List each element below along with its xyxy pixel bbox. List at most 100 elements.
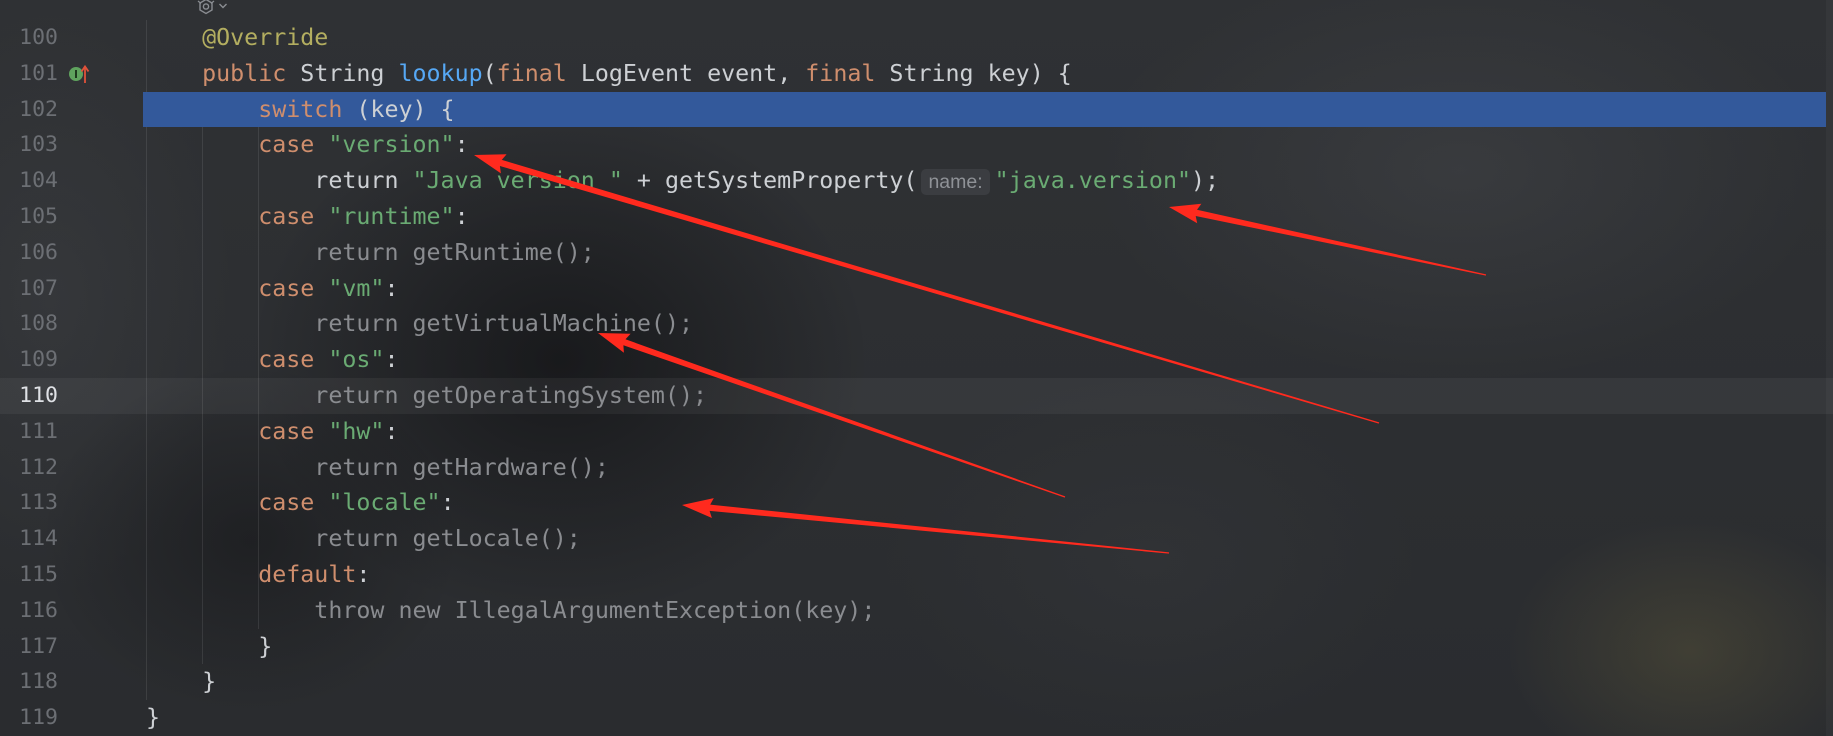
line-number[interactable]: 111	[0, 414, 58, 450]
line-code[interactable]: case "hw":	[146, 414, 398, 450]
code-token: "vm"	[328, 274, 385, 302]
code-token: return getHardware();	[146, 453, 609, 481]
code-token: case	[146, 274, 329, 302]
line-code[interactable]: default:	[146, 557, 370, 593]
code-token: "Java version "	[412, 167, 623, 195]
code-line[interactable]: 118 }	[0, 664, 1833, 700]
line-code[interactable]: case "version":	[146, 127, 469, 163]
line-code[interactable]: @Override	[146, 20, 328, 56]
code-token: }	[146, 632, 273, 660]
code-token: return getOperatingSystem();	[146, 381, 708, 409]
line-number[interactable]: 110	[0, 378, 58, 414]
code-line[interactable]: 117 }	[0, 629, 1833, 665]
code-vision-icon[interactable]	[196, 0, 216, 19]
code-line[interactable]: 102 switch (key) {	[0, 91, 1833, 128]
line-number[interactable]: 109	[0, 342, 58, 378]
line-number[interactable]: 107	[0, 271, 58, 307]
code-token: return getVirtualMachine();	[146, 310, 694, 338]
code-line[interactable]: 103 case "version":	[0, 127, 1833, 163]
code-line[interactable]: 108 return getVirtualMachine();	[0, 306, 1833, 342]
line-number[interactable]: 104	[0, 163, 58, 199]
code-token: LogEvent event,	[566, 59, 806, 87]
line-code[interactable]: case "runtime":	[146, 199, 469, 235]
line-number[interactable]: 108	[0, 306, 58, 342]
line-number[interactable]: 102	[0, 92, 58, 128]
code-token: String	[286, 59, 399, 87]
line-code[interactable]: public String lookup(final LogEvent even…	[146, 56, 1072, 92]
line-number[interactable]: 101	[0, 56, 58, 92]
line-code[interactable]: switch (key) {	[146, 92, 455, 128]
code-line[interactable]: 119}	[0, 700, 1833, 736]
line-number[interactable]: 117	[0, 629, 58, 665]
code-line[interactable]: 112 return getHardware();	[0, 450, 1833, 486]
code-token: return getRuntime();	[146, 238, 595, 266]
code-token: :	[384, 274, 399, 302]
line-number[interactable]: 116	[0, 593, 58, 629]
line-code[interactable]: return getHardware();	[146, 450, 609, 486]
code-token: (key) {	[342, 95, 455, 123]
code-token: return	[146, 167, 413, 195]
line-number[interactable]: 114	[0, 521, 58, 557]
code-token: case	[146, 417, 329, 445]
code-line[interactable]: 111 case "hw":	[0, 414, 1833, 450]
line-code[interactable]: return getOperatingSystem();	[146, 378, 707, 414]
line-code[interactable]: case "vm":	[146, 271, 398, 307]
chevron-down-icon[interactable]	[218, 0, 228, 19]
code-token: return getLocale();	[146, 525, 581, 553]
code-token: (	[482, 59, 497, 87]
code-line[interactable]: 110 return getOperatingSystem();	[0, 377, 1833, 414]
code-token: case	[146, 346, 329, 374]
code-token: :	[454, 131, 469, 159]
code-line[interactable]: 101 public String lookup(final LogEvent …	[0, 56, 1833, 92]
code-line[interactable]: 114 return getLocale();	[0, 521, 1833, 557]
code-token: public	[146, 59, 287, 87]
code-vision-inlay[interactable]	[196, 0, 228, 17]
code-token: final	[496, 59, 567, 87]
line-number[interactable]: 105	[0, 199, 58, 235]
code-token: case	[146, 489, 329, 517]
code-line[interactable]: 106 return getRuntime();	[0, 235, 1833, 271]
code-token: case	[146, 202, 329, 230]
line-number[interactable]: 100	[0, 20, 58, 56]
code-line[interactable]: 116 throw new IllegalArgumentException(k…	[0, 593, 1833, 629]
line-code[interactable]: case "os":	[146, 342, 398, 378]
code-token: lookup	[398, 59, 483, 87]
code-line[interactable]: 105 case "runtime":	[0, 199, 1833, 235]
line-number[interactable]: 115	[0, 557, 58, 593]
code-line[interactable]: 100 @Override	[0, 20, 1833, 56]
line-number[interactable]: 119	[0, 700, 58, 736]
code-token: "locale"	[328, 489, 441, 517]
line-code[interactable]: case "locale":	[146, 485, 454, 521]
code-token: final	[805, 59, 876, 87]
line-number[interactable]: 103	[0, 127, 58, 163]
code-token: :	[454, 202, 469, 230]
line-code[interactable]: }	[146, 664, 216, 700]
code-line[interactable]: 115 default:	[0, 557, 1833, 593]
code-token: throw new IllegalArgumentException(key);	[146, 596, 876, 624]
line-number[interactable]: 113	[0, 485, 58, 521]
line-number[interactable]: 112	[0, 450, 58, 486]
line-code[interactable]: return getVirtualMachine();	[146, 306, 693, 342]
code-token: "os"	[328, 346, 385, 374]
code-token: "java.version"	[994, 167, 1192, 195]
code-line[interactable]: 113 case "locale":	[0, 485, 1833, 521]
editor-scrollbar[interactable]	[1826, 0, 1833, 736]
code-line[interactable]: 104 return "Java version " + getSystemPr…	[0, 163, 1833, 199]
code-token: "hw"	[328, 417, 385, 445]
line-code[interactable]: }	[146, 700, 160, 736]
line-number[interactable]: 118	[0, 664, 58, 700]
code-editor[interactable]: 100 @Override 101 public String lookup(fi…	[0, 0, 1833, 736]
line-number[interactable]: 106	[0, 235, 58, 271]
implements-method-icon[interactable]	[66, 63, 92, 85]
code-token: );	[1191, 167, 1220, 195]
line-code[interactable]: return getLocale();	[146, 521, 581, 557]
line-code[interactable]: return "Java version " + getSystemProper…	[146, 163, 1219, 199]
code-lines[interactable]: 100 @Override 101 public String lookup(fi…	[0, 20, 1833, 736]
code-line[interactable]: 107 case "vm":	[0, 271, 1833, 307]
code-line[interactable]: 109 case "os":	[0, 342, 1833, 378]
line-code[interactable]: return getRuntime();	[146, 235, 595, 271]
line-code[interactable]: throw new IllegalArgumentException(key);	[146, 593, 875, 629]
line-code[interactable]: }	[146, 629, 272, 665]
code-token: "version"	[328, 131, 455, 159]
code-token: :	[384, 346, 399, 374]
